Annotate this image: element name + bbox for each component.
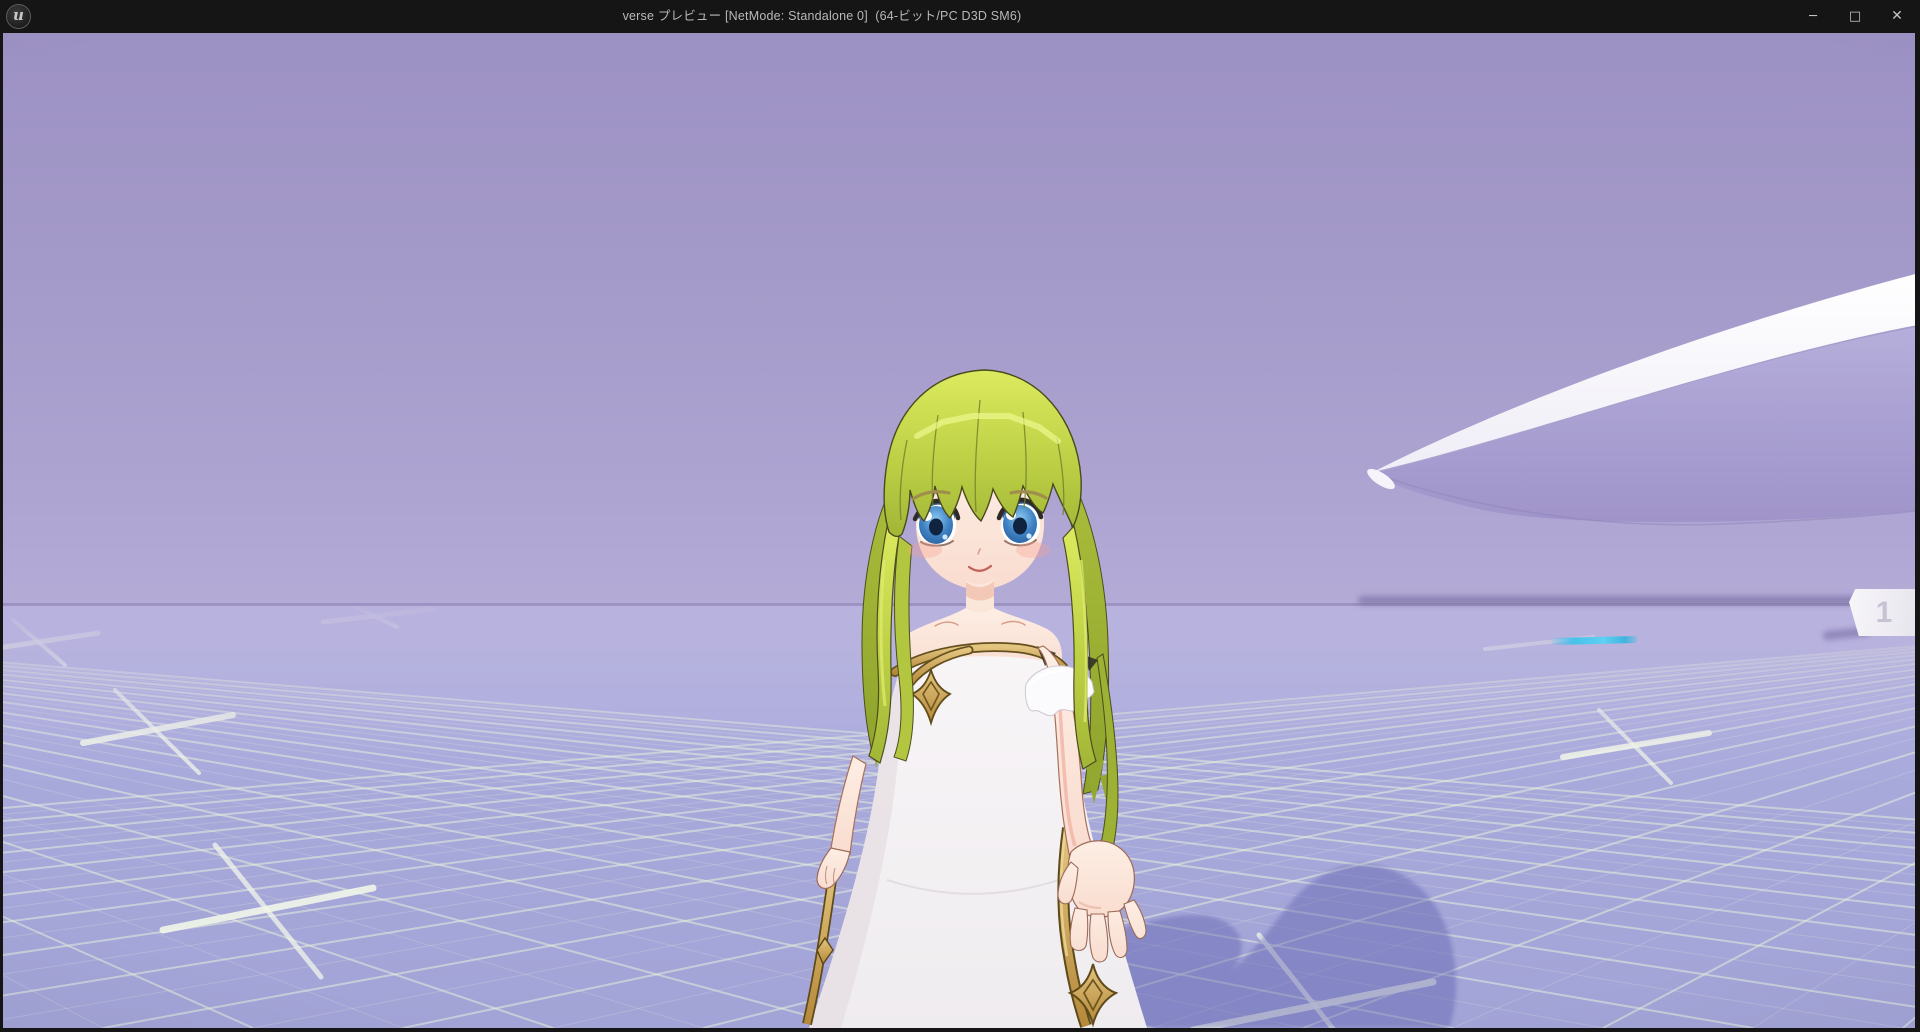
window-title: verse プレビュー [NetMode: Standalone 0] (64-… — [0, 0, 1644, 33]
disc-ground-shadow — [1358, 596, 1873, 605]
disc-underside — [1375, 326, 1915, 525]
character-right-hand — [1058, 841, 1146, 962]
numbered-box-prop: 1 — [1849, 589, 1915, 636]
preview-window: u verse プレビュー [NetMode: Standalone 0] (6… — [0, 0, 1920, 1032]
character-bangs — [884, 370, 1081, 536]
title-bar[interactable]: u verse プレビュー [NetMode: Standalone 0] (6… — [0, 0, 1920, 33]
minimize-button[interactable]: ─ — [1792, 0, 1834, 33]
character — [775, 360, 1205, 1028]
maximize-button[interactable]: □ — [1834, 0, 1876, 33]
window-controls: ─ □ ✕ — [1792, 0, 1918, 33]
close-button[interactable]: ✕ — [1876, 0, 1918, 33]
box-label: 1 — [1876, 596, 1893, 629]
floating-disc — [1103, 248, 1915, 548]
game-viewport[interactable]: 1 — [3, 33, 1915, 1028]
